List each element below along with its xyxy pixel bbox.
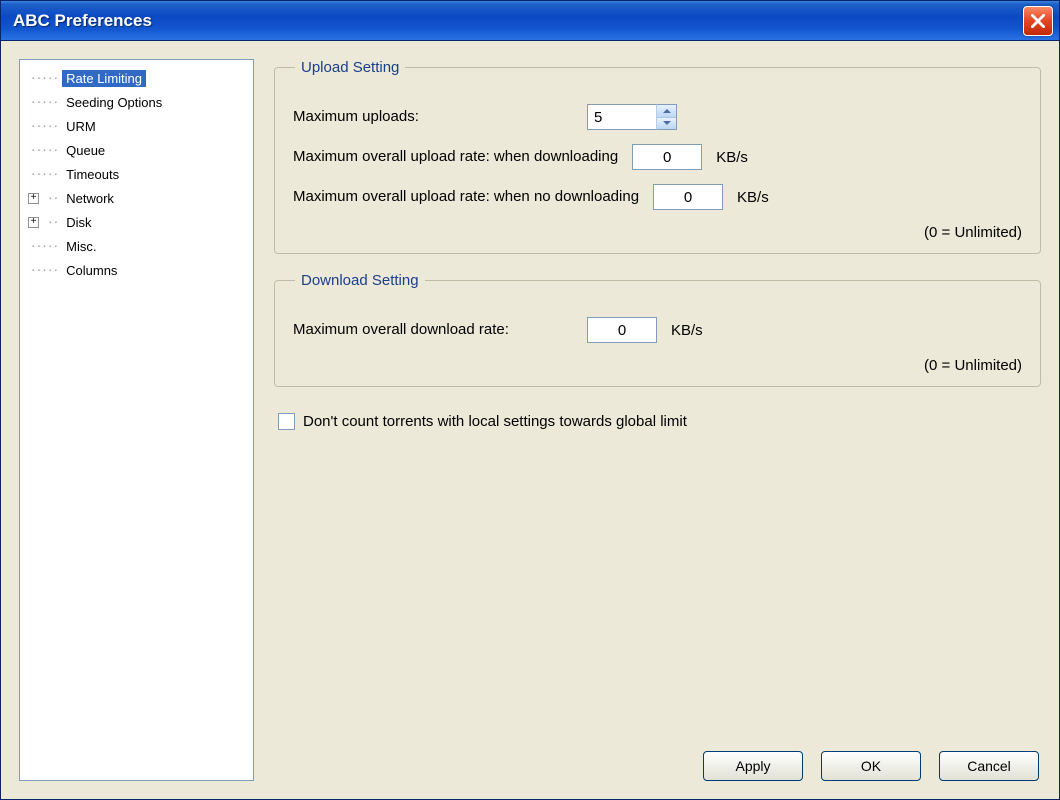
ok-button[interactable]: OK [821,751,921,781]
preferences-window: ABC Preferences ····· Rate Limiting ····· S… [0,0,1060,800]
upload-setting-group: Upload Setting Maximum uploads: [274,59,1041,254]
max-uploads-label: Maximum uploads: [293,107,573,127]
local-settings-checkbox[interactable] [278,413,295,430]
tree-item-label: Timeouts [62,166,123,183]
tree-item-timeouts[interactable]: ····· Timeouts [24,162,249,186]
tree-item-label: Misc. [62,238,100,255]
tree-connector: ····· [30,72,58,85]
unit-label: KB/s [737,189,769,206]
tree-item-label: Disk [62,214,95,231]
download-rate-label: Maximum overall download rate: [293,320,573,340]
local-settings-checkbox-label: Don't count torrents with local settings… [303,413,687,430]
upload-unlimited-note: (0 = Unlimited) [293,224,1022,241]
tree-item-label: Columns [62,262,121,279]
close-button[interactable] [1023,6,1053,36]
dialog-body: ·····Rate Limiting·····Seeding Options··… [1,41,1059,799]
tree-connector: ····· [30,240,58,253]
tree-item-rate-limiting[interactable]: ····· Rate Limiting [24,66,249,90]
row-max-uploads: Maximum uploads: [293,104,1022,130]
content-area: Upload Setting Maximum uploads: [274,59,1041,781]
max-uploads-input[interactable] [587,104,657,130]
tree-item-disk[interactable]: + ·· Disk [24,210,249,234]
download-setting-group: Download Setting Maximum overall downloa… [274,272,1041,387]
category-tree[interactable]: ·····Rate Limiting·····Seeding Options··… [19,59,254,781]
apply-button[interactable]: Apply [703,751,803,781]
tree-connector: ·· [47,192,58,205]
tree-connector: ·· [47,216,58,229]
tree-item-columns[interactable]: ····· Columns [24,258,249,282]
tree-item-label: Rate Limiting [62,70,146,87]
checkbox-row: Don't count torrents with local settings… [278,413,1041,430]
unit-label: KB/s [716,149,748,166]
tree-item-queue[interactable]: ····· Queue [24,138,249,162]
tree-connector: ····· [30,96,58,109]
dialog-buttons: Apply OK Cancel [274,745,1041,781]
download-setting-legend: Download Setting [295,272,425,289]
titlebar[interactable]: ABC Preferences [1,1,1059,41]
tree-item-label: Queue [62,142,109,159]
tree-item-label: URM [62,118,100,135]
upload-rate-downloading-label: Maximum overall upload rate: when downlo… [293,147,618,167]
chevron-up-icon [663,108,671,114]
tree-item-label: Network [62,190,118,207]
tree-item-misc[interactable]: ····· Misc. [24,234,249,258]
tree-expander-icon[interactable]: + [28,193,39,204]
upload-rate-downloading-input[interactable] [632,144,702,170]
tree-item-label: Seeding Options [62,94,166,111]
tree-connector: ····· [30,168,58,181]
tree-connector: ····· [30,120,58,133]
tree-expander-icon[interactable]: + [28,217,39,228]
spinner-up-button[interactable] [657,105,676,118]
row-download-rate: Maximum overall download rate: KB/s [293,317,1022,343]
window-title: ABC Preferences [13,11,1023,31]
tree-item-urm[interactable]: ····· URM [24,114,249,138]
chevron-down-icon [663,120,671,126]
close-icon [1031,14,1045,28]
tree-item-network[interactable]: + ·· Network [24,186,249,210]
tree-item-seeding-options[interactable]: ····· Seeding Options [24,90,249,114]
download-unlimited-note: (0 = Unlimited) [293,357,1022,374]
spinner-down-button[interactable] [657,118,676,130]
download-rate-input[interactable] [587,317,657,343]
upload-rate-nodownloading-label: Maximum overall upload rate: when no dow… [293,187,639,207]
upload-rate-nodownloading-input[interactable] [653,184,723,210]
unit-label: KB/s [671,322,703,339]
row-upload-rate-nodownloading: Maximum overall upload rate: when no dow… [293,184,1022,210]
row-upload-rate-downloading: Maximum overall upload rate: when downlo… [293,144,1022,170]
tree-connector: ····· [30,264,58,277]
tree-connector: ····· [30,144,58,157]
max-uploads-spinner [587,104,677,130]
upload-setting-legend: Upload Setting [295,59,405,76]
cancel-button[interactable]: Cancel [939,751,1039,781]
